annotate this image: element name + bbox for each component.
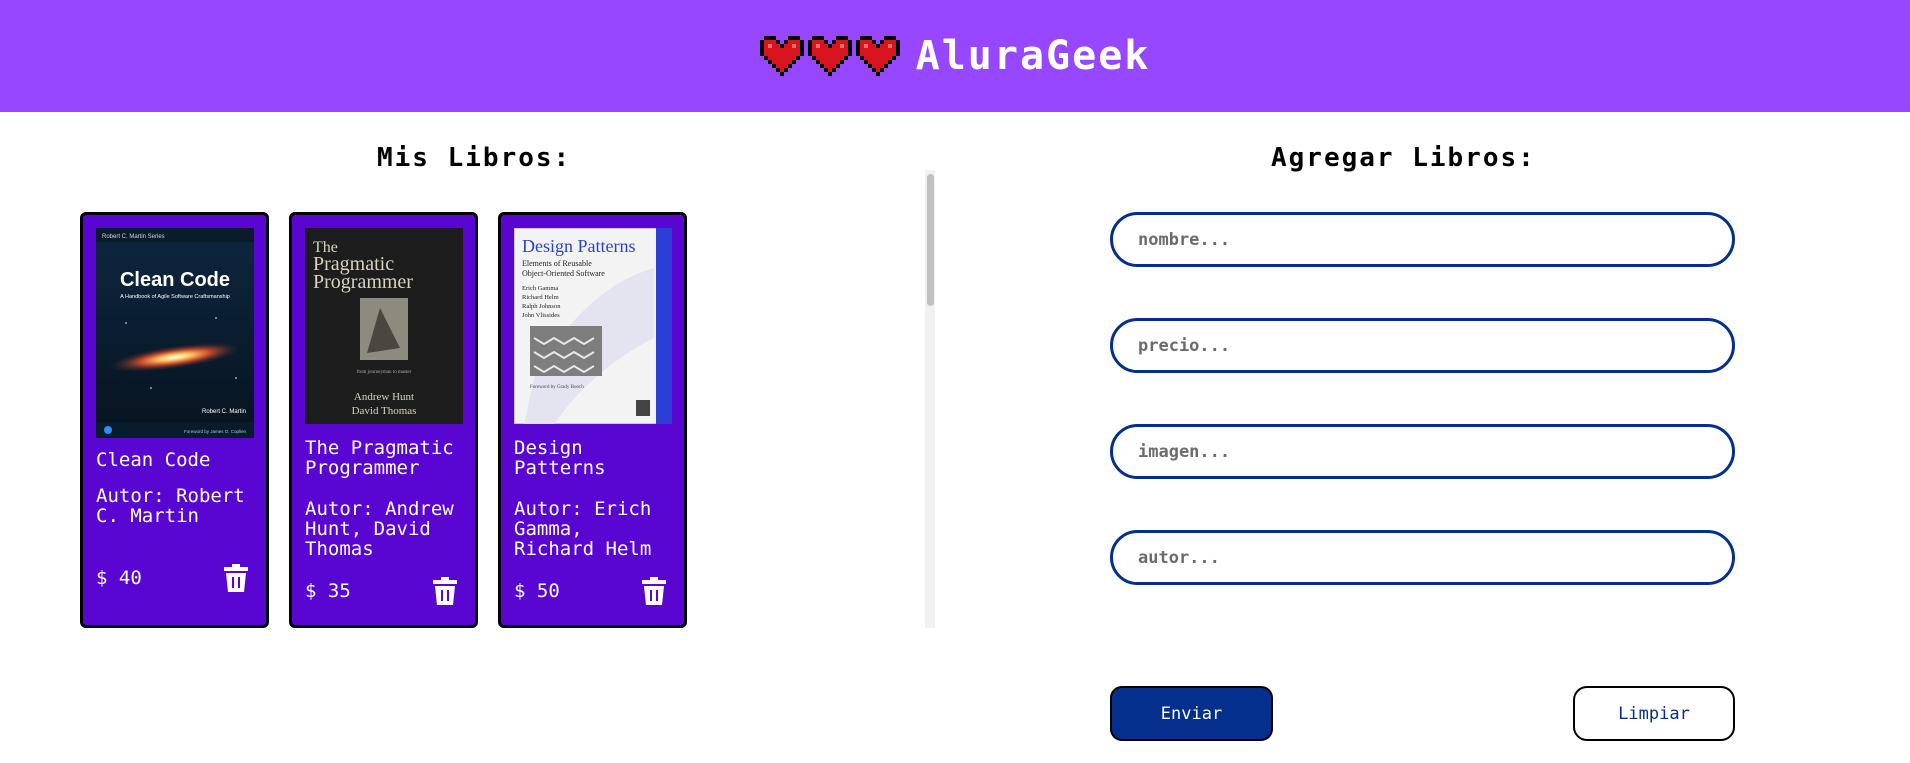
svg-text:Robert C. Martin: Robert C. Martin [202,409,246,415]
product-name: Design Patterns [514,437,606,479]
products-title: Mis Libros: [377,143,572,173]
clear-button[interactable]: Limpiar [1573,686,1735,741]
svg-text:Robert C. Martin Series: Robert C. Martin Series [102,234,165,240]
svg-text:John Vlissides: John Vlissides [522,312,560,319]
scrollbar-thumb[interactable] [927,174,934,306]
svg-text:Richard Helm: Richard Helm [522,294,559,301]
svg-text:Elements of Reusable: Elements of Reusable [522,259,592,268]
product-card: Robert C. Martin Series Clean Code A Han… [80,212,269,628]
product-price: $ 50 [514,580,560,602]
svg-text:Foreword by Grady Booch: Foreword by Grady Booch [530,385,584,390]
svg-text:David Thomas: David Thomas [352,405,417,417]
submit-button[interactable]: Enviar [1110,686,1273,741]
svg-text:A Handbook of Agile Software C: A Handbook of Agile Software Craftsmansh… [120,294,230,300]
product-footer: $ 40 [96,564,248,592]
product-footer: $ 50 [514,577,666,605]
trash-icon [433,577,457,605]
product-name: The Pragmatic Programmer [305,437,454,479]
delete-button[interactable] [224,564,248,592]
svg-text:Erich Gamma: Erich Gamma [522,285,558,292]
add-book-form [1110,212,1735,636]
site-header: AluraGeek [0,0,1910,112]
heart-icon [759,36,804,76]
scrollbar[interactable] [925,170,935,628]
author-input[interactable] [1110,530,1735,585]
product-price: $ 35 [305,580,351,602]
product-card: The Pragmatic Programmer from journeyman… [289,212,478,628]
delete-button[interactable] [642,577,666,605]
svg-text:Ralph Johnson: Ralph Johnson [522,303,561,310]
trash-icon [642,577,666,605]
product-name: Clean Code [96,449,211,471]
book-cover-pragmatic-programmer: The Pragmatic Programmer from journeyman… [305,228,463,424]
form-title: Agregar Libros: [1271,143,1536,173]
product-price: $ 40 [96,567,142,589]
svg-text:Andrew Hunt: Andrew Hunt [354,391,414,403]
product-footer: $ 35 [305,577,457,605]
heart-icon [855,36,900,76]
svg-text:Programmer: Programmer [313,271,413,293]
name-input[interactable] [1110,212,1735,267]
product-card: Design Patterns Elements of Reusable Obj… [498,212,687,628]
product-author: Autor: Andrew Hunt, David Thomas [305,498,454,560]
svg-text:Foreword by James O. Coplien: Foreword by James O. Coplien [184,429,247,434]
product-author: Autor: Robert C. Martin [96,485,245,527]
svg-text:from journeyman to master: from journeyman to master [357,370,412,375]
product-author: Autor: Erich Gamma, Richard Helm [514,498,652,560]
brand-name: AluraGeek [915,33,1151,79]
price-input[interactable] [1110,318,1735,373]
svg-text:Design Patterns: Design Patterns [522,236,635,256]
brand: AluraGeek [759,33,1151,79]
delete-button[interactable] [433,577,457,605]
image-input[interactable] [1110,424,1735,479]
book-cover-clean-code: Robert C. Martin Series Clean Code A Han… [96,228,254,438]
heart-icon [807,36,852,76]
hearts [759,36,900,76]
book-cover-design-patterns: Design Patterns Elements of Reusable Obj… [514,228,672,424]
trash-icon [224,564,248,592]
svg-text:Clean Code: Clean Code [120,269,230,291]
svg-text:Object-Oriented Software: Object-Oriented Software [522,269,605,278]
product-list: Robert C. Martin Series Clean Code A Han… [80,212,687,628]
